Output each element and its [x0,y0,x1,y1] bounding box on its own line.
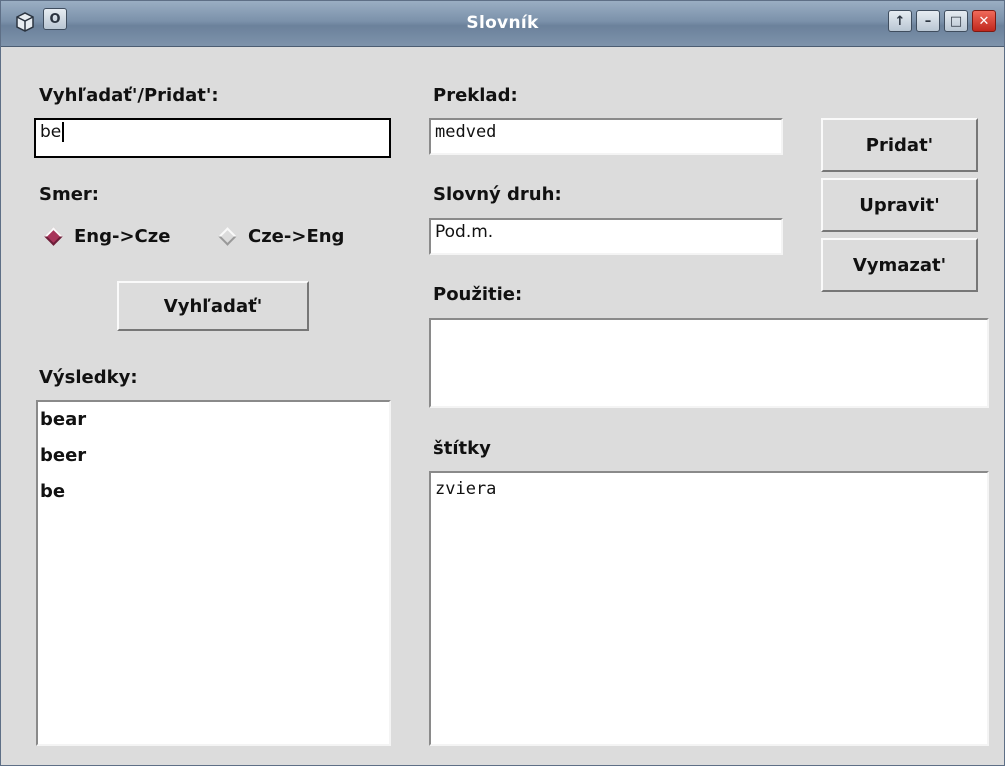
word-class-input[interactable]: Pod.m. [429,218,783,255]
search-label: Vyhľadať'/Pridat': [39,85,219,106]
results-list[interactable]: bear beer be [36,400,391,746]
minimize-button[interactable]: – [916,10,940,32]
radio-eng-cze-label: Eng->Cze [74,226,171,247]
edit-button-label: Upravit' [859,194,940,216]
usage-textarea[interactable] [429,318,989,408]
minimize-icon: – [924,13,932,29]
radio-selected-icon [44,227,63,246]
delete-button[interactable]: Vymazat' [821,238,978,292]
list-item[interactable]: bear [38,402,389,438]
maximize-button[interactable]: □ [944,10,968,32]
close-button[interactable]: ✕ [972,10,996,32]
word-class-value: Pod.m. [435,222,494,242]
translation-value: medved [435,122,497,142]
edit-button[interactable]: Upravit' [821,178,978,232]
radio-eng-cze[interactable]: Eng->Cze [43,226,170,247]
search-input-value: be [40,122,62,142]
tags-value: zviera [435,479,497,499]
add-button[interactable]: Pridat' [821,118,978,172]
list-item[interactable]: be [38,474,389,510]
radio-cze-eng-label: Cze->Eng [248,226,345,247]
radio-unselected-icon [218,227,237,246]
tags-textarea[interactable]: zviera [429,471,989,746]
tags-label: štítky [433,438,491,459]
radio-cze-eng[interactable]: Cze->Eng [217,226,344,247]
text-caret [62,122,65,142]
usage-label: Použitie: [433,284,523,305]
shade-button[interactable]: ↑ [888,10,912,32]
dictionary-window: O Slovník ↑ – □ ✕ Vyhľadať'/Pridat': be … [0,0,1005,766]
search-button[interactable]: Vyhľadať' [117,281,309,331]
title-bar[interactable]: O Slovník ↑ – □ ✕ [1,1,1004,47]
close-icon: ✕ [978,13,990,29]
translation-label: Preklad: [433,85,518,106]
list-item[interactable]: beer [38,438,389,474]
word-class-label: Slovný druh: [433,184,562,205]
delete-button-label: Vymazat' [852,254,947,276]
window-title: Slovník [466,13,539,33]
results-label: Výsledky: [39,367,138,388]
search-input[interactable]: be [34,118,391,158]
search-button-label: Vyhľadať' [163,295,263,317]
add-button-label: Pridat' [865,134,934,156]
maximize-icon: □ [949,13,963,29]
translation-input[interactable]: medved [429,118,783,155]
arrow-up-icon: ↑ [894,13,906,29]
direction-label: Smer: [39,184,100,205]
